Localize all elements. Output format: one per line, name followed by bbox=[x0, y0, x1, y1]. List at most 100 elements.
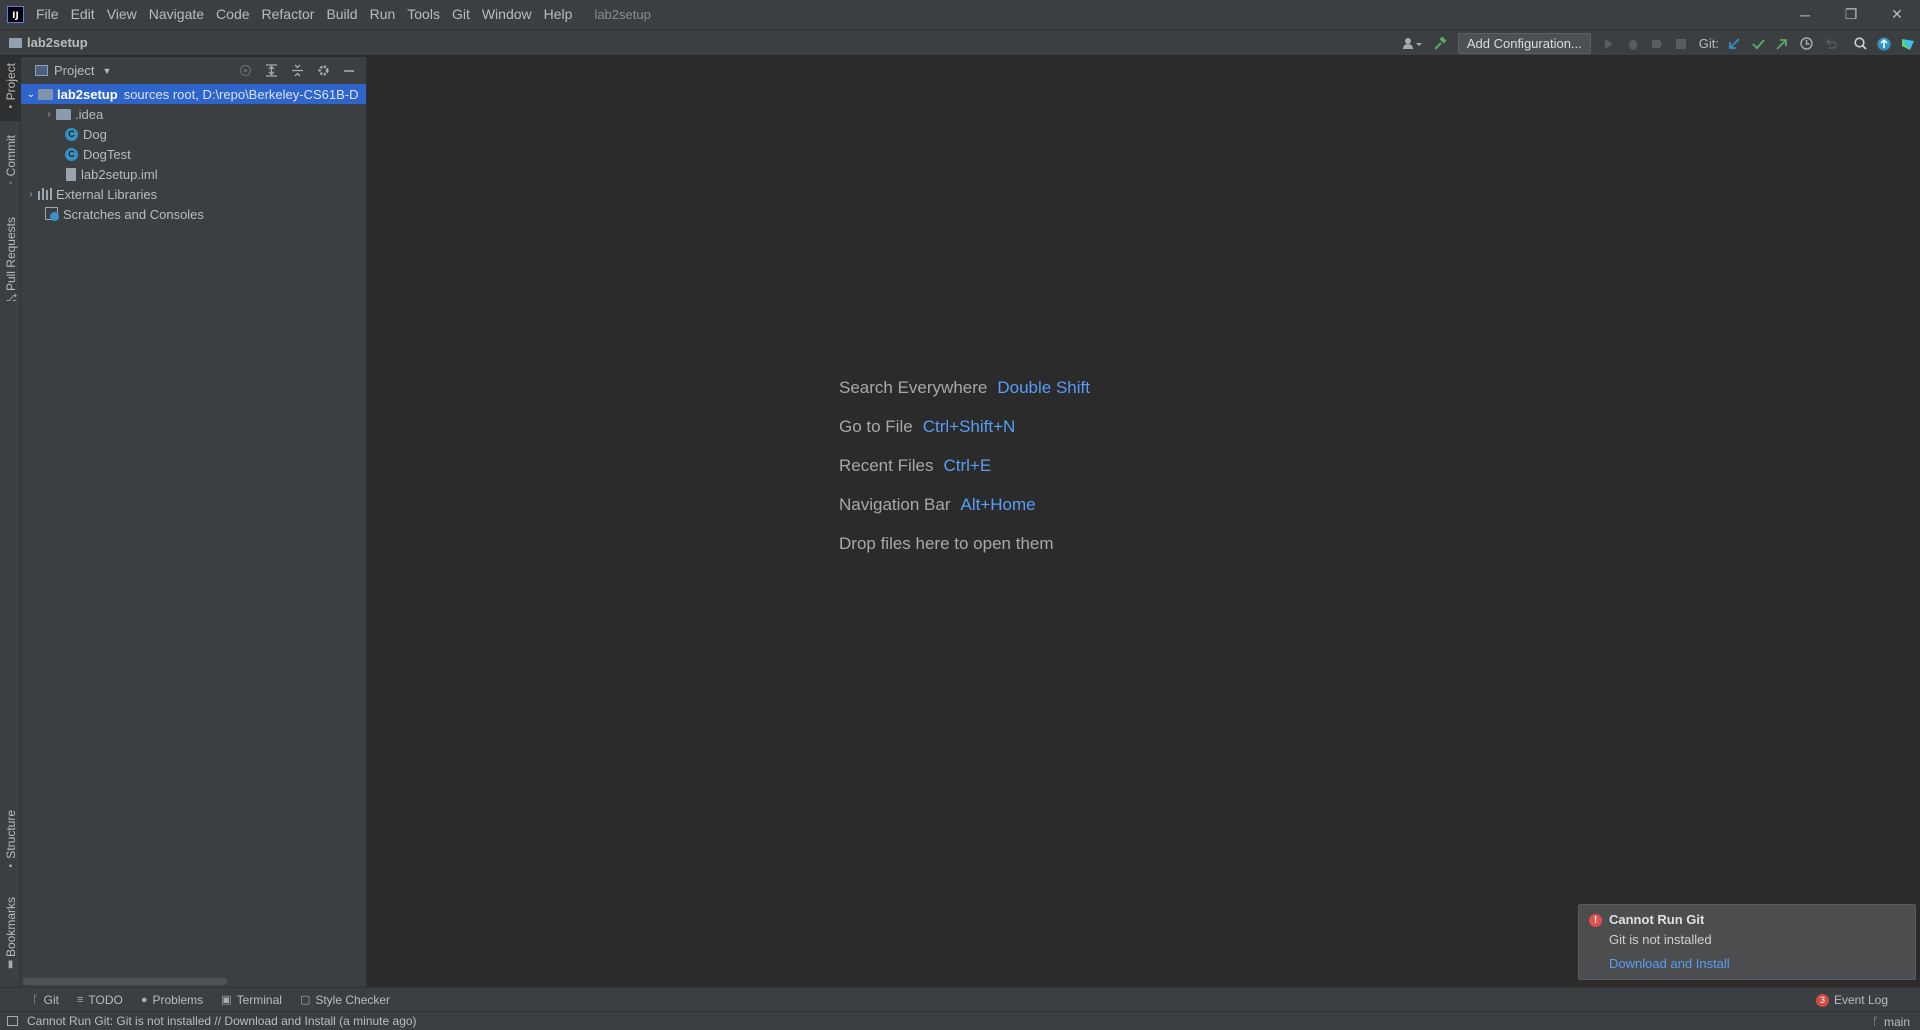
ide-update-icon[interactable] bbox=[1872, 33, 1896, 55]
editor-empty-hints: Search Everywhere Double Shift Go to Fil… bbox=[839, 368, 1090, 563]
minimize-icon[interactable]: ─ bbox=[1782, 0, 1828, 29]
tree-item-external-libraries[interactable]: › External Libraries bbox=[21, 184, 366, 204]
tool-tab-problems[interactable]: ● Problems bbox=[141, 993, 203, 1007]
tree-item-root[interactable]: ⌄ lab2setup sources root, D:\repo\Berkel… bbox=[21, 84, 366, 104]
project-view-selector[interactable]: Project bbox=[54, 63, 94, 78]
coverage-icon[interactable] bbox=[1645, 33, 1669, 55]
tool-tab-commit[interactable]: Commit ◦ bbox=[0, 135, 21, 205]
window-controls: ─ ❐ ✕ bbox=[1782, 0, 1920, 29]
stop-icon[interactable] bbox=[1669, 33, 1693, 55]
hint-shortcut: Ctrl+Shift+N bbox=[922, 416, 1016, 436]
menu-edit[interactable]: Edit bbox=[65, 0, 101, 29]
download-install-link[interactable]: Download and Install bbox=[1609, 956, 1730, 971]
menu-window[interactable]: Window bbox=[476, 0, 538, 29]
menu-help[interactable]: Help bbox=[538, 0, 579, 29]
project-view-icon bbox=[35, 65, 48, 76]
menu-file[interactable]: File bbox=[30, 0, 65, 29]
tree-item-root-path: sources root, D:\repo\Berkeley-CS61B-D bbox=[123, 86, 359, 102]
tool-tab-terminal[interactable]: ▣ Terminal bbox=[221, 993, 282, 1007]
tree-item-dog[interactable]: C Dog bbox=[21, 124, 366, 144]
git-branch-name: main bbox=[1883, 1014, 1910, 1029]
folder-icon bbox=[9, 37, 22, 48]
hint-drop-files: Drop files here to open them bbox=[839, 533, 1054, 553]
tree-item-iml[interactable]: lab2setup.iml bbox=[21, 164, 366, 184]
git-label: Git: bbox=[1698, 36, 1719, 51]
chevron-down-icon[interactable]: ⌄ bbox=[24, 89, 38, 100]
git-commit-icon[interactable] bbox=[1746, 33, 1770, 55]
hide-panel-icon[interactable] bbox=[336, 60, 362, 82]
scratches-icon bbox=[45, 207, 59, 221]
build-hammer-icon[interactable] bbox=[1428, 33, 1452, 55]
java-class-icon: C bbox=[65, 127, 78, 141]
add-configuration-button[interactable]: Add Configuration... bbox=[1457, 33, 1591, 54]
menu-code[interactable]: Code bbox=[210, 0, 255, 29]
tree-item-scratches-label: Scratches and Consoles bbox=[63, 206, 204, 222]
tree-item-idea[interactable]: › .idea bbox=[21, 104, 366, 124]
menu-view[interactable]: View bbox=[101, 0, 143, 29]
breadcrumb[interactable]: lab2setup bbox=[9, 35, 88, 50]
editor-area[interactable]: Search Everywhere Double Shift Go to Fil… bbox=[368, 57, 1920, 987]
tree-item-scratches[interactable]: Scratches and Consoles bbox=[21, 204, 366, 224]
hint-shortcut: Ctrl+E bbox=[943, 455, 992, 475]
module-file-icon bbox=[66, 167, 76, 181]
menu-tools[interactable]: Tools bbox=[401, 0, 446, 29]
tree-item-root-label: lab2setup bbox=[57, 86, 118, 102]
notification-body: Git is not installed bbox=[1609, 932, 1712, 947]
hint-navigation-bar: Navigation Bar Alt+Home bbox=[839, 485, 1090, 524]
status-message[interactable]: Cannot Run Git: Git is not installed // … bbox=[27, 1014, 417, 1028]
tree-item-dogtest[interactable]: C DogTest bbox=[21, 144, 366, 164]
hint-label: Search Everywhere bbox=[839, 377, 988, 397]
tool-tab-bookmarks[interactable]: Bookmarks ▮ bbox=[0, 897, 21, 982]
git-update-icon[interactable] bbox=[1722, 33, 1746, 55]
window-title: lab2setup bbox=[594, 7, 651, 22]
bookmark-icon: ▮ bbox=[7, 959, 14, 971]
folder-icon bbox=[56, 108, 71, 120]
chevron-right-icon[interactable]: › bbox=[42, 109, 56, 120]
tool-tab-project[interactable]: Project ▪ bbox=[0, 57, 21, 121]
user-dropdown-icon[interactable] bbox=[1398, 33, 1428, 55]
tool-tab-pull-requests[interactable]: Pull Requests ⎇ bbox=[0, 217, 21, 317]
main-toolbar: Add Configuration... Git: bbox=[1398, 30, 1920, 57]
tool-tab-terminal-label: Terminal bbox=[236, 992, 282, 1007]
run-icon[interactable] bbox=[1597, 33, 1621, 55]
tool-tab-structure[interactable]: Structure ▪ bbox=[0, 810, 21, 885]
tool-tab-todo[interactable]: ≡ TODO bbox=[77, 993, 123, 1007]
menu-run[interactable]: Run bbox=[364, 0, 402, 29]
toggle-tool-windows-icon[interactable] bbox=[7, 1016, 18, 1026]
menu-git[interactable]: Git bbox=[446, 0, 476, 29]
style-checker-icon: ▢ bbox=[299, 994, 311, 1006]
tool-tab-git[interactable]: ᚴ Git bbox=[32, 993, 59, 1007]
git-branch-widget[interactable]: ᚴ main bbox=[1872, 1012, 1910, 1030]
hint-shortcut: Double Shift bbox=[997, 377, 1090, 397]
tool-tab-commit-label: Commit bbox=[3, 135, 18, 177]
restore-icon[interactable]: ❐ bbox=[1828, 0, 1874, 29]
title-bar: IJ File Edit View Navigate Code Refactor… bbox=[0, 0, 1920, 29]
chevron-down-icon[interactable]: ▼ bbox=[102, 66, 111, 76]
history-icon[interactable] bbox=[1794, 33, 1818, 55]
todo-list-icon: ≡ bbox=[76, 993, 84, 1006]
code-with-me-icon[interactable] bbox=[1896, 33, 1920, 55]
locate-file-icon[interactable] bbox=[232, 60, 258, 82]
menu-navigate[interactable]: Navigate bbox=[143, 0, 210, 29]
hint-label: Go to File bbox=[839, 416, 913, 436]
menu-refactor[interactable]: Refactor bbox=[256, 0, 321, 29]
navigation-bar: lab2setup Add Configuration... Git: bbox=[0, 29, 1920, 56]
tool-tab-event-log[interactable]: 3 Event Log bbox=[1815, 988, 1888, 1012]
debug-icon[interactable] bbox=[1621, 33, 1645, 55]
git-push-icon[interactable] bbox=[1770, 33, 1794, 55]
rollback-icon[interactable] bbox=[1818, 33, 1842, 55]
close-icon[interactable]: ✕ bbox=[1874, 0, 1920, 29]
hint-shortcut: Alt+Home bbox=[960, 494, 1036, 514]
horizontal-scrollbar[interactable] bbox=[23, 978, 227, 985]
search-icon[interactable] bbox=[1848, 33, 1872, 55]
chevron-right-icon[interactable]: › bbox=[24, 189, 38, 200]
expand-all-icon[interactable] bbox=[258, 60, 284, 82]
terminal-icon: ▣ bbox=[221, 994, 232, 1006]
problems-icon: ● bbox=[140, 993, 148, 1006]
collapse-all-icon[interactable] bbox=[284, 60, 310, 82]
gear-icon[interactable] bbox=[310, 60, 336, 82]
project-panel-header: Project ▼ bbox=[21, 57, 366, 84]
tool-tab-style-checker[interactable]: ▢ Style Checker bbox=[300, 993, 390, 1007]
hint-recent-files: Recent Files Ctrl+E bbox=[839, 446, 1090, 485]
menu-build[interactable]: Build bbox=[320, 0, 363, 29]
